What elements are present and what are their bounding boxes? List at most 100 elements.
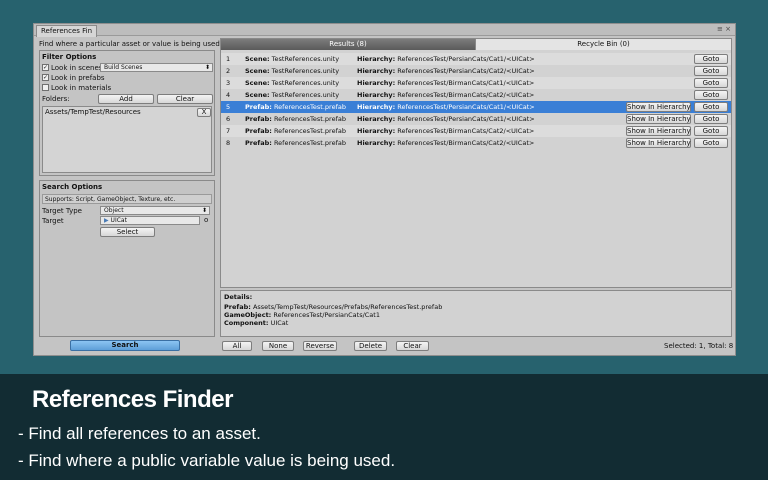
row-kind: Scene:	[245, 55, 270, 63]
row-number: 2	[226, 67, 231, 75]
look-in-scenes-checkbox[interactable]: ✓	[42, 64, 49, 71]
row-asset: Scene: TestReferences.unity	[245, 65, 339, 77]
goto-button[interactable]: Goto	[694, 114, 728, 124]
details-prefab-line: Prefab: Assets/TempTest/Resources/Prefab…	[224, 303, 442, 311]
object-picker-icon[interactable]: o	[204, 216, 208, 224]
details-gameobject-line: GameObject: ReferencesTest/PersianCats/C…	[224, 311, 380, 319]
result-row[interactable]: 5 Prefab: ReferencesTest.prefab Hierarchy:…	[221, 101, 731, 113]
row-hierarchy-key: Hierarchy:	[357, 55, 396, 63]
add-folder-button[interactable]: Add	[98, 94, 154, 104]
row-hierarchy-key: Hierarchy:	[357, 67, 396, 75]
folders-label: Folders:	[42, 95, 70, 103]
row-hierarchy-path: ReferencesTest/BirmanCats/Cat2/<UICat>	[397, 127, 535, 135]
row-hierarchy-path: ReferencesTest/PersianCats/Cat1/<UICat>	[397, 115, 535, 123]
result-row[interactable]: 8 Prefab: ReferencesTest.prefab Hierarchy:…	[221, 137, 731, 149]
result-row[interactable]: 1 Scene: TestReferences.unity Hierarchy: R…	[221, 53, 731, 65]
row-hierarchy-key: Hierarchy:	[357, 139, 396, 147]
row-asset-name: ReferencesTest.prefab	[273, 139, 346, 147]
remove-folder-button[interactable]: X	[197, 108, 211, 117]
show-in-hierarchy-button[interactable]: Show In Hierarchy	[626, 102, 691, 112]
prefab-icon: ▶	[104, 217, 109, 224]
goto-button[interactable]: Goto	[694, 54, 728, 64]
details-prefab-key: Prefab:	[224, 303, 251, 311]
row-number: 4	[226, 91, 231, 99]
result-row[interactable]: 4 Scene: TestReferences.unity Hierarchy: R…	[221, 89, 731, 101]
select-all-button[interactable]: All	[222, 341, 252, 351]
filter-options-panel: Filter Options ✓ Look in scenes Build Sc…	[39, 50, 215, 176]
scenes-select-value: Build Scenes	[104, 64, 143, 71]
row-hierarchy-key: Hierarchy:	[357, 127, 396, 135]
filter-options-title: Filter Options	[42, 53, 97, 61]
reverse-selection-button[interactable]: Reverse	[303, 341, 337, 351]
select-none-button[interactable]: None	[262, 341, 294, 351]
row-asset: Scene: TestReferences.unity	[245, 77, 339, 89]
row-hierarchy: Hierarchy: ReferencesTest/BirmanCats/Cat…	[357, 137, 534, 149]
look-in-materials-label: Look in materials	[51, 84, 112, 92]
goto-button[interactable]: Goto	[694, 102, 728, 112]
goto-button[interactable]: Goto	[694, 126, 728, 136]
delete-button[interactable]: Delete	[354, 341, 387, 351]
look-in-materials-checkbox[interactable]	[42, 84, 49, 91]
row-hierarchy: Hierarchy: ReferencesTest/BirmanCats/Cat…	[357, 89, 534, 101]
row-asset: Prefab: ReferencesTest.prefab	[245, 137, 346, 149]
result-row[interactable]: 6 Prefab: ReferencesTest.prefab Hierarchy:…	[221, 113, 731, 125]
show-in-hierarchy-button[interactable]: Show In Hierarchy	[626, 138, 691, 148]
goto-button[interactable]: Goto	[694, 78, 728, 88]
details-panel: Details: Prefab: Assets/TempTest/Resourc…	[220, 290, 732, 337]
search-options-title: Search Options	[42, 183, 103, 191]
select-target-button[interactable]: Select	[100, 227, 155, 237]
row-hierarchy-key: Hierarchy:	[357, 115, 396, 123]
row-hierarchy-path: ReferencesTest/BirmanCats/Cat1/<UICat>	[397, 79, 535, 87]
references-finder-window: References Fin ≡ × Find where a particul…	[33, 23, 736, 356]
row-number: 7	[226, 127, 231, 135]
show-in-hierarchy-button[interactable]: Show In Hierarchy	[626, 114, 691, 124]
goto-button[interactable]: Goto	[694, 138, 728, 148]
promo-line-1: - Find all references to an asset.	[18, 424, 261, 443]
row-asset-name: ReferencesTest.prefab	[273, 115, 346, 123]
folder-item[interactable]: Assets/TempTest/Resources	[45, 108, 141, 116]
tab-results[interactable]: Results (8)	[221, 39, 475, 50]
row-asset: Prefab: ReferencesTest.prefab	[245, 113, 346, 125]
row-kind: Prefab:	[245, 103, 272, 111]
goto-button[interactable]: Goto	[694, 90, 728, 100]
row-hierarchy-path: ReferencesTest/BirmanCats/Cat2/<UICat>	[397, 91, 535, 99]
goto-button[interactable]: Goto	[694, 66, 728, 76]
window-controls-icon[interactable]: ≡ ×	[717, 24, 731, 34]
scenes-select[interactable]: Build Scenes ⬍	[100, 63, 213, 72]
window-tab[interactable]: References Fin	[36, 25, 98, 37]
look-in-scenes-label: Look in scenes	[51, 64, 103, 72]
row-asset: Prefab: ReferencesTest.prefab	[245, 101, 346, 113]
row-asset-name: ReferencesTest.prefab	[273, 103, 346, 111]
row-hierarchy-path: ReferencesTest/PersianCats/Cat2/<UICat>	[397, 67, 535, 75]
clear-folders-button[interactable]: Clear	[157, 94, 213, 104]
target-type-label: Target Type	[42, 207, 82, 215]
target-object-field[interactable]: ▶ UICat	[100, 216, 200, 225]
target-type-select[interactable]: Object ⬍	[100, 206, 210, 215]
row-asset: Prefab: ReferencesTest.prefab	[245, 125, 346, 137]
row-asset-name: TestReferences.unity	[271, 79, 340, 87]
row-kind: Scene:	[245, 79, 270, 87]
select-arrow-icon: ⬍	[201, 207, 207, 214]
result-row[interactable]: 7 Prefab: ReferencesTest.prefab Hierarchy:…	[221, 125, 731, 137]
select-arrow-icon: ⬍	[204, 64, 210, 71]
supports-box: Supports: Script, GameObject, Texture, e…	[42, 194, 212, 204]
row-hierarchy-path: ReferencesTest/PersianCats/Cat1/<UICat>	[397, 55, 535, 63]
row-kind: Prefab:	[245, 127, 272, 135]
tab-recycle-bin[interactable]: Recycle Bin (0)	[475, 39, 731, 50]
row-hierarchy: Hierarchy: ReferencesTest/PersianCats/Ca…	[357, 65, 535, 77]
row-asset: Scene: TestReferences.unity	[245, 53, 339, 65]
results-list: 1 Scene: TestReferences.unity Hierarchy: R…	[221, 53, 731, 173]
details-prefab-value: Assets/TempTest/Resources/Prefabs/Refere…	[252, 303, 443, 311]
show-in-hierarchy-button[interactable]: Show In Hierarchy	[626, 126, 691, 136]
row-hierarchy: Hierarchy: ReferencesTest/PersianCats/Ca…	[357, 101, 535, 113]
row-hierarchy: Hierarchy: ReferencesTest/PersianCats/Ca…	[357, 113, 535, 125]
status-text: Selected: 1, Total: 8	[664, 342, 734, 350]
search-button[interactable]: Search	[70, 340, 180, 351]
look-in-prefabs-checkbox[interactable]: ✓	[42, 74, 49, 81]
result-row[interactable]: 2 Scene: TestReferences.unity Hierarchy: R…	[221, 65, 731, 77]
row-hierarchy-key: Hierarchy:	[357, 91, 396, 99]
target-value: UICat	[110, 217, 127, 224]
look-in-prefabs-label: Look in prefabs	[51, 74, 105, 82]
clear-results-button[interactable]: Clear	[396, 341, 429, 351]
result-row[interactable]: 3 Scene: TestReferences.unity Hierarchy: R…	[221, 77, 731, 89]
